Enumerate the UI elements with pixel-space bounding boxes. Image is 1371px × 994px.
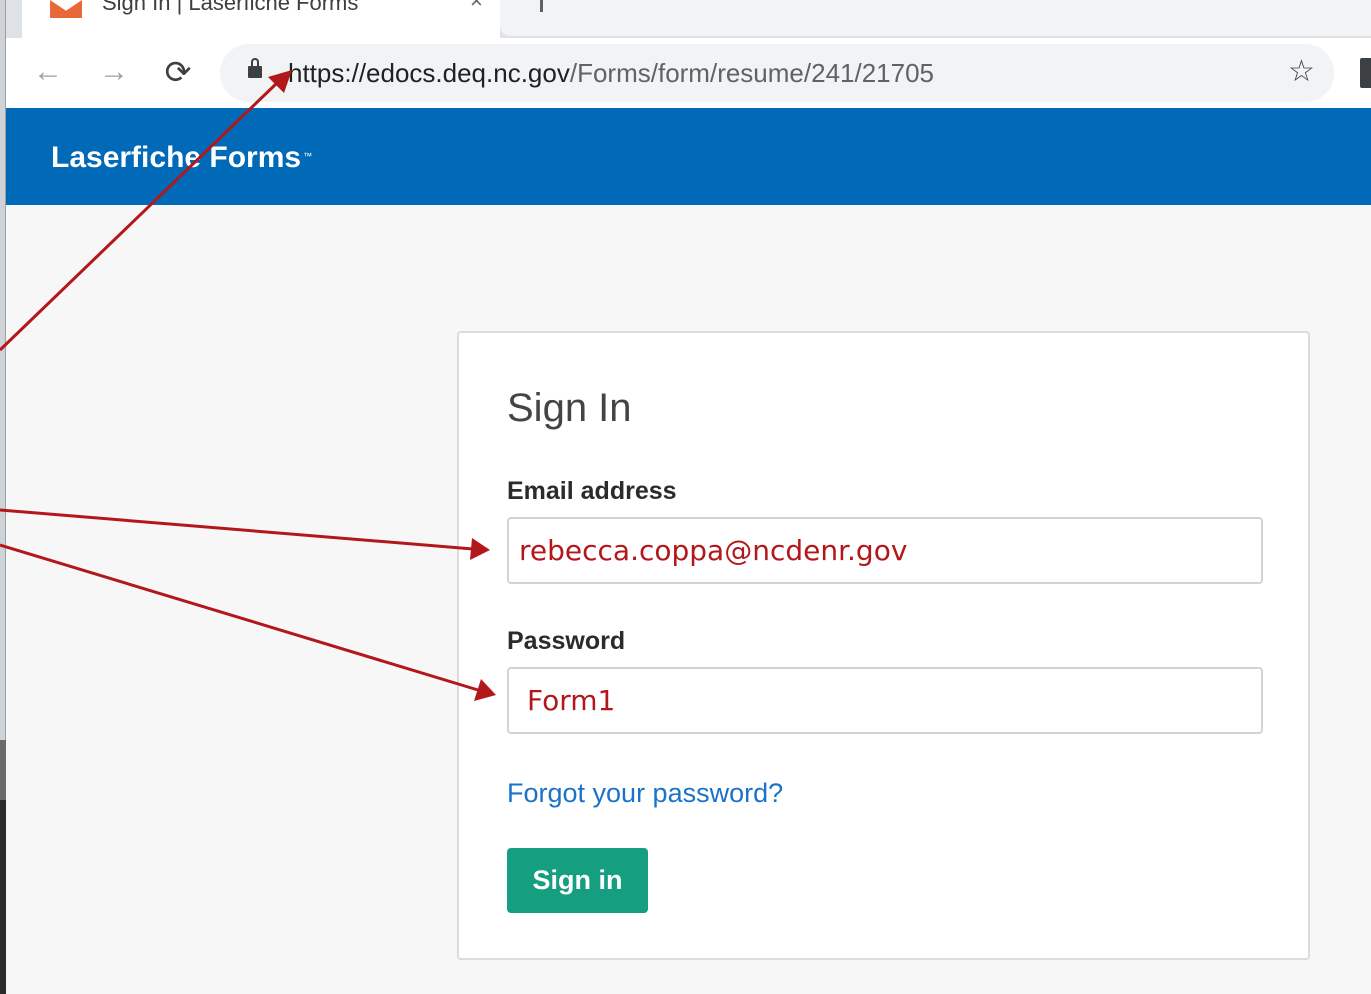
password-field[interactable]: Form1 bbox=[507, 667, 1263, 734]
brand-name: Laserfiche Forms bbox=[51, 141, 302, 174]
lock-icon[interactable] bbox=[248, 58, 262, 78]
browser-tab-active[interactable]: Sign In | Laserfiche Forms × bbox=[22, 0, 500, 38]
page-title: Sign In bbox=[507, 386, 632, 430]
email-label: Email address bbox=[507, 477, 677, 505]
email-field[interactable]: rebecca.coppa@ncdenr.gov bbox=[507, 517, 1263, 584]
url-text[interactable]: https://edocs.deq.nc.gov/Forms/form/resu… bbox=[288, 58, 934, 88]
extension-icon[interactable] bbox=[1360, 58, 1371, 88]
trademark-mark: ™ bbox=[303, 151, 313, 161]
url-domain: https://edocs.deq.nc.gov bbox=[288, 58, 570, 88]
forward-arrow-icon[interactable]: → bbox=[92, 50, 136, 94]
new-tab-area[interactable] bbox=[500, 0, 1371, 36]
favicon-icon bbox=[50, 0, 82, 18]
page-content: Sign In Email address rebecca.coppa@ncde… bbox=[6, 205, 1371, 994]
browser-toolbar: ← → ⟳ https://edocs.deq.nc.gov/Forms/for… bbox=[6, 38, 1371, 108]
back-arrow-icon[interactable]: ← bbox=[26, 50, 70, 94]
address-bar[interactable]: https://edocs.deq.nc.gov/Forms/form/resu… bbox=[220, 44, 1334, 102]
new-tab-icon[interactable] bbox=[540, 0, 543, 12]
forgot-password-link[interactable]: Forgot your password? bbox=[507, 777, 783, 809]
tab-close-icon[interactable]: × bbox=[470, 0, 483, 12]
tab-strip: Sign In | Laserfiche Forms × bbox=[6, 0, 1371, 38]
url-path: /Forms/form/resume/241/21705 bbox=[569, 58, 935, 88]
signin-card: Sign In Email address rebecca.coppa@ncde… bbox=[457, 331, 1310, 960]
sign-in-button[interactable]: Sign in bbox=[507, 848, 648, 913]
password-label: Password bbox=[507, 627, 626, 655]
bookmark-star-icon[interactable]: ☆ bbox=[1288, 54, 1315, 90]
app-header: Laserfiche Forms ™ bbox=[6, 108, 1371, 205]
screenshot-root: Sign In | Laserfiche Forms × ← → ⟳ https… bbox=[0, 0, 1371, 994]
reload-icon[interactable]: ⟳ bbox=[156, 50, 200, 94]
app-logo: Laserfiche Forms ™ bbox=[51, 141, 312, 175]
tab-title: Sign In | Laserfiche Forms bbox=[102, 0, 359, 15]
